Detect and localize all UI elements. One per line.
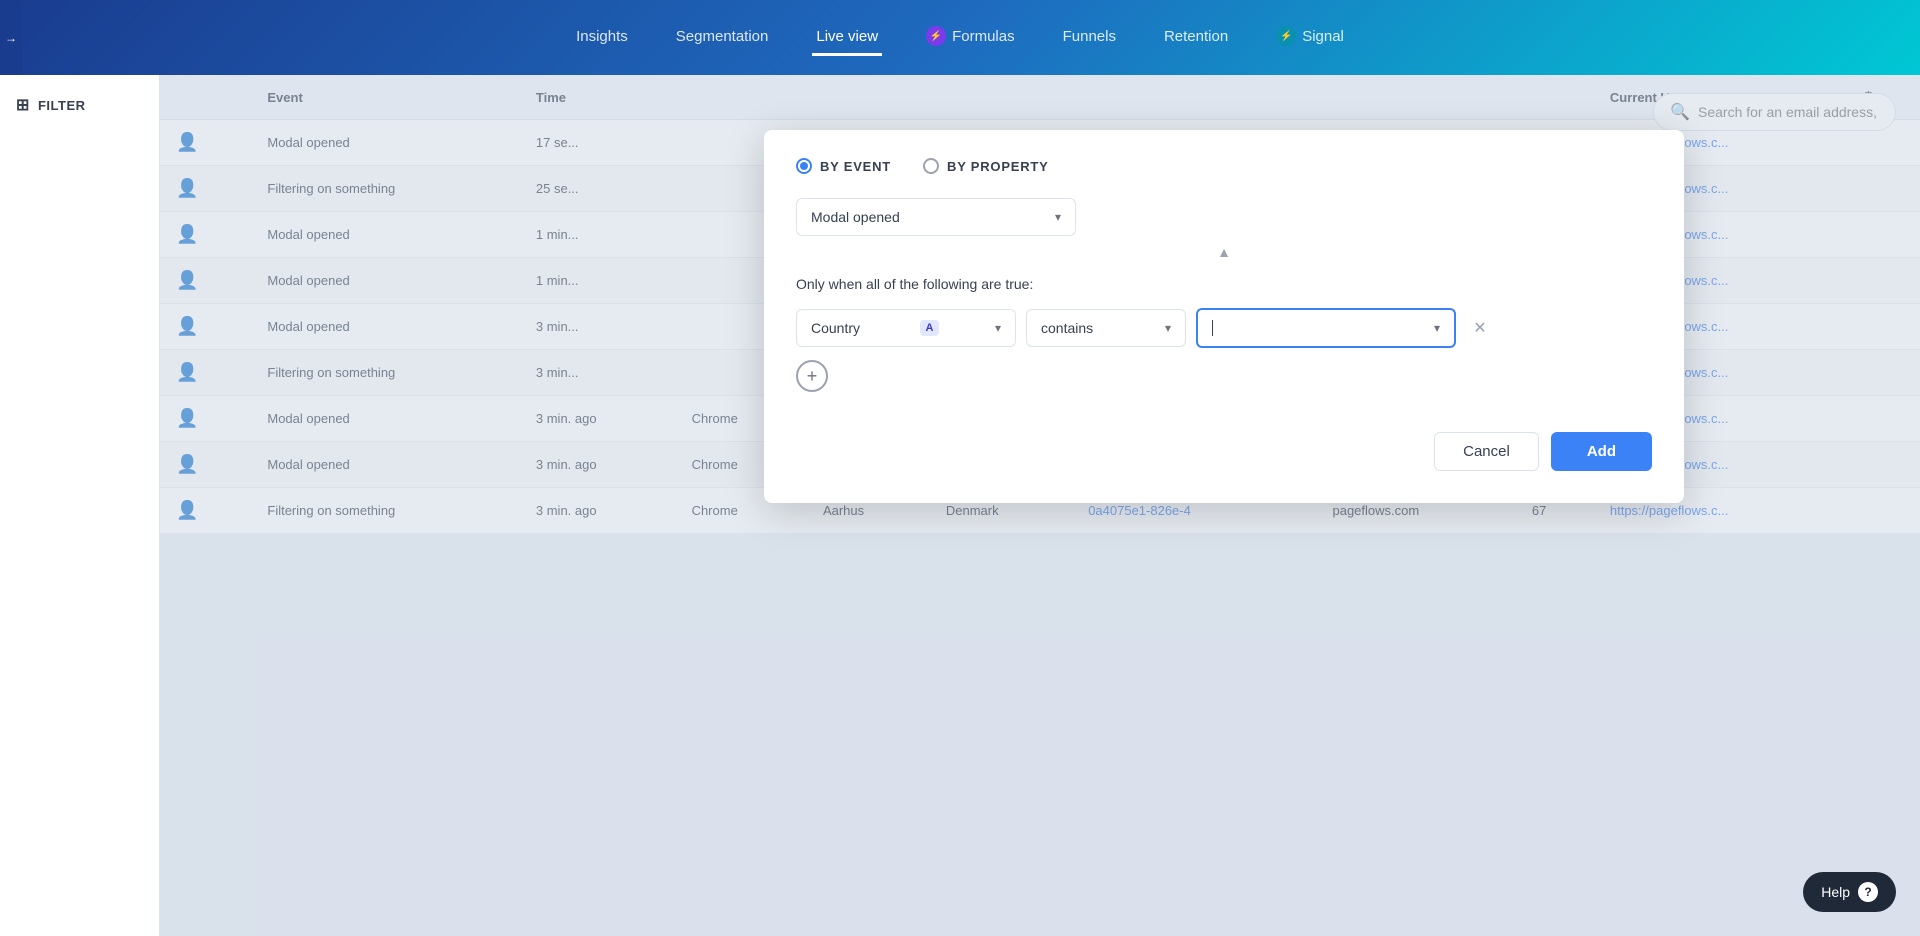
content-area: ⊞ FILTER 🔍 Event Time <box>0 75 1920 936</box>
tab-insights[interactable]: Insights <box>572 20 632 56</box>
text-cursor <box>1212 320 1213 336</box>
tab-segmentation[interactable]: Segmentation <box>672 20 773 56</box>
scroll-arrow-icon: ▲ <box>1217 244 1231 260</box>
by-property-label: BY PROPERTY <box>947 159 1049 174</box>
by-property-radio-label[interactable]: BY PROPERTY <box>923 158 1049 174</box>
filter-sidebar: ⊞ FILTER <box>0 75 160 936</box>
filter-modal: BY EVENT BY PROPERTY Modal opened ▾ ▲ On… <box>764 130 1684 503</box>
tab-formulas[interactable]: ⚡ Formulas <box>922 18 1019 57</box>
formulas-badge: ⚡ <box>926 26 946 46</box>
by-property-radio-dot <box>923 158 939 174</box>
sidebar-toggle[interactable]: → <box>0 0 22 75</box>
filter-icon: ⊞ <box>16 95 30 115</box>
value-input-chevron: ▾ <box>1434 321 1440 335</box>
field-select-chevron: ▾ <box>995 321 1001 335</box>
add-condition-button[interactable]: + <box>796 360 828 392</box>
operator-select[interactable]: contains ▾ <box>1026 309 1186 347</box>
help-label: Help <box>1821 884 1850 900</box>
field-type-badge: A <box>920 320 940 336</box>
event-select[interactable]: Modal opened ▾ <box>796 198 1076 236</box>
tab-retention[interactable]: Retention <box>1160 20 1232 56</box>
event-select-value: Modal opened <box>811 209 900 225</box>
add-button[interactable]: Add <box>1551 432 1652 471</box>
scroll-indicator: ▲ <box>796 244 1652 260</box>
tab-liveview[interactable]: Live view <box>812 20 882 56</box>
modal-footer: Cancel Add <box>796 432 1652 471</box>
main-table-area: 🔍 Event Time Curre <box>160 75 1920 936</box>
nav-tabs: Insights Segmentation Live view ⚡ Formul… <box>572 18 1348 57</box>
help-button[interactable]: Help ? <box>1803 872 1896 912</box>
filter-button[interactable]: ⊞ FILTER <box>16 95 86 115</box>
condition-label: Only when all of the following are true: <box>796 276 1652 292</box>
plus-icon: + <box>807 366 818 387</box>
operator-label: contains <box>1041 320 1093 336</box>
filter-condition-row: Country A ▾ contains ▾ ▾ ✕ <box>796 308 1652 348</box>
filter-label: FILTER <box>38 98 86 113</box>
signal-badge: ⚡ <box>1276 26 1296 46</box>
by-event-radio-dot <box>796 158 812 174</box>
cancel-button[interactable]: Cancel <box>1434 432 1539 471</box>
field-select-label: Country <box>811 320 860 336</box>
field-select[interactable]: Country A ▾ <box>796 309 1016 347</box>
by-event-label: BY EVENT <box>820 159 891 174</box>
tab-funnels[interactable]: Funnels <box>1059 20 1120 56</box>
operator-chevron: ▾ <box>1165 321 1171 335</box>
remove-condition-button[interactable]: ✕ <box>1466 314 1494 342</box>
help-icon: ? <box>1858 882 1878 902</box>
event-select-chevron: ▾ <box>1055 210 1061 224</box>
filter-type-row: BY EVENT BY PROPERTY <box>796 158 1652 174</box>
tab-signal[interactable]: ⚡ Signal <box>1272 18 1348 57</box>
top-navigation-bar: → Insights Segmentation Live view ⚡ Form… <box>0 0 1920 75</box>
by-event-radio-label[interactable]: BY EVENT <box>796 158 891 174</box>
event-select-container: Modal opened ▾ <box>796 198 1652 236</box>
value-input[interactable]: ▾ <box>1196 308 1456 348</box>
